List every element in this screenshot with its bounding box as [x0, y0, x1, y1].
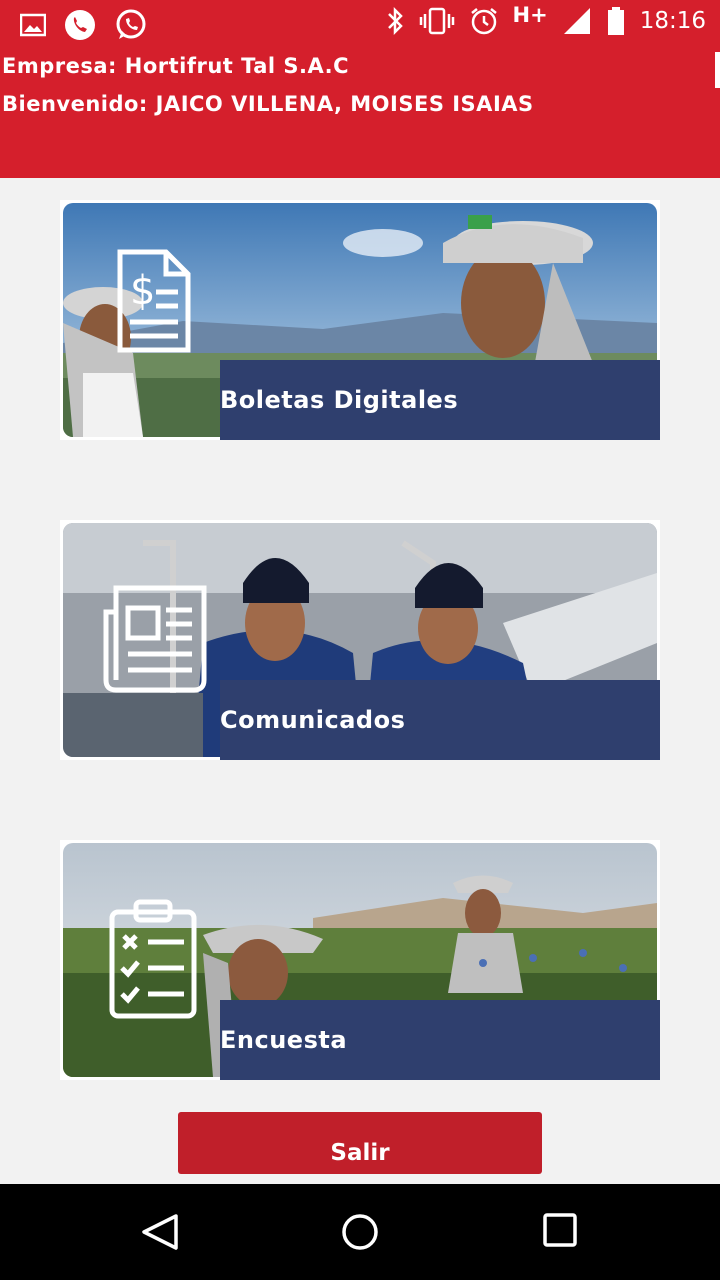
- logout-button-label: Salir: [330, 1140, 390, 1166]
- logout-button[interactable]: Salir: [178, 1112, 542, 1174]
- menu-card-label[interactable]: Boletas Digitales: [220, 360, 660, 440]
- welcome-text: Bienvenido: JAICO VILLENA, MOISES ISAIAS: [2, 92, 534, 116]
- whatsapp-icon: [114, 8, 148, 42]
- back-icon[interactable]: [140, 1212, 180, 1256]
- menu-card-boletas[interactable]: $ Boletas Digitales: [60, 200, 660, 440]
- navigation-bar: [0, 1184, 720, 1280]
- status-bar: H+ 18:16: [0, 0, 720, 50]
- menu-card-comunicados[interactable]: Comunicados: [60, 520, 660, 760]
- bluetooth-icon: [385, 6, 405, 36]
- alarm-icon: [469, 6, 499, 36]
- menu-card-encuesta[interactable]: Encuesta: [60, 840, 660, 1080]
- invoice-icon: $: [116, 248, 192, 358]
- newspaper-icon: [102, 582, 210, 698]
- company-name: Empresa: Hortifrut Tal S.A.C: [2, 54, 350, 78]
- menu-card-label[interactable]: Comunicados: [220, 680, 660, 760]
- checklist-icon: [108, 898, 198, 1024]
- phone-icon: [64, 9, 96, 41]
- home-icon[interactable]: [340, 1212, 380, 1256]
- battery-icon: [606, 6, 626, 36]
- recents-icon[interactable]: [542, 1212, 578, 1252]
- clock: 18:16: [639, 8, 706, 34]
- menu-card-label[interactable]: Encuesta: [220, 1000, 660, 1080]
- app-header: Empresa: Hortifrut Tal S.A.C Bienvenido:…: [0, 50, 720, 178]
- image-icon: [20, 13, 46, 37]
- network-type-label: H+: [512, 3, 548, 27]
- vibrate-icon: [419, 6, 455, 36]
- svg-text:$: $: [130, 268, 155, 314]
- header-edge-marker: [715, 52, 720, 88]
- signal-icon: [562, 6, 592, 36]
